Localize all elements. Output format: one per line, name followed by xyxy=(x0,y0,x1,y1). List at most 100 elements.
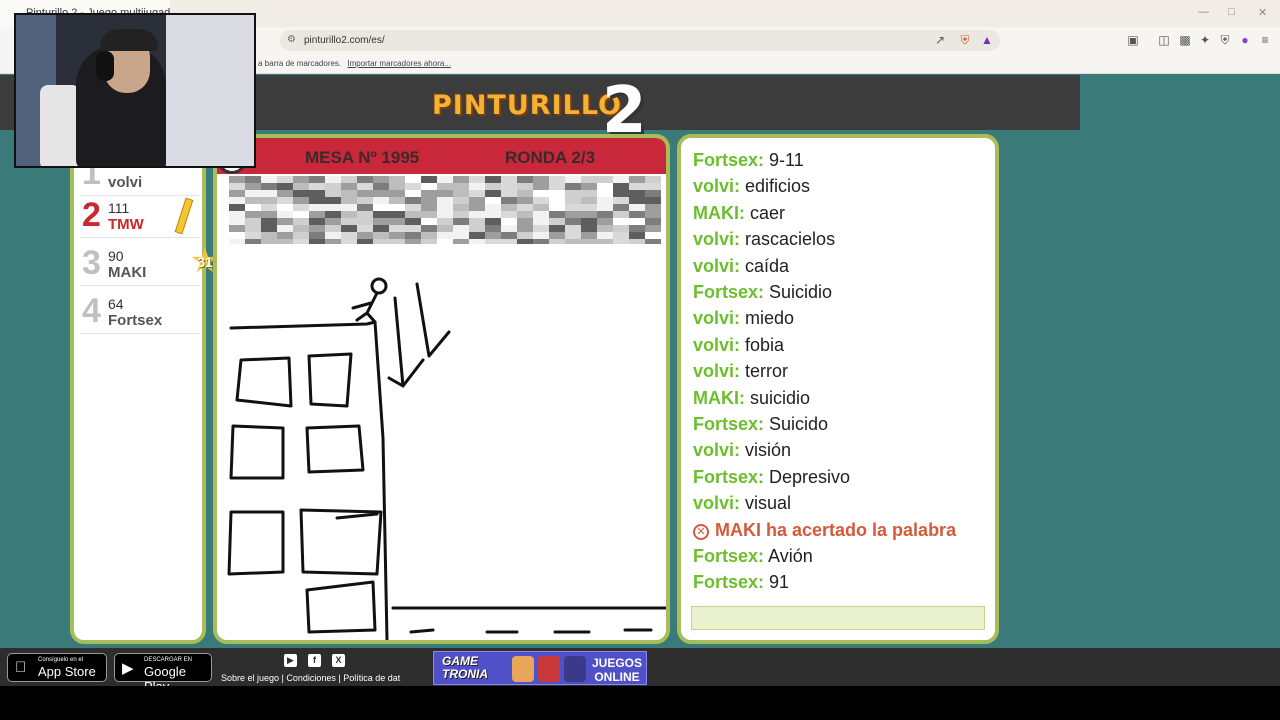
chat-text: Depresivo xyxy=(769,466,851,487)
banner-right-line-2: ONLINE xyxy=(594,670,640,684)
chat-text: visual xyxy=(745,493,792,514)
chat-text: terror xyxy=(745,361,789,382)
chat-text: miedo xyxy=(745,308,795,329)
chat-text: visión xyxy=(745,440,792,461)
player-row-drawing: 2 111 TMW xyxy=(80,192,200,238)
chat-system-message: ✕ MAKI ha acertado la palabra xyxy=(693,520,956,541)
footer-links[interactable]: Sobre el juego | Condiciones | Política … xyxy=(221,673,409,683)
sidebar-icon[interactable]: ◫ xyxy=(1157,33,1171,47)
chat-text: Avión xyxy=(768,546,813,566)
chat-username: volvi: xyxy=(693,229,741,250)
chat-message: MAKI: caer xyxy=(693,203,785,224)
bottom-bar xyxy=(0,686,1280,720)
gametronia-banner[interactable]: GAME TRONIA JUEGOS ONLINE xyxy=(433,651,647,685)
chat-panel: Fortsex: 9-11 volvi: edificios MAKI: caer v… xyxy=(677,134,999,644)
youtube-icon[interactable]: ▶ xyxy=(284,654,297,667)
webcam-wall xyxy=(166,15,254,166)
play-icon: ▶ xyxy=(122,660,134,677)
gametronia-logo: GAME TRONIA xyxy=(442,655,488,681)
chat-text: fobia xyxy=(745,334,785,355)
chat-username: volvi: xyxy=(693,308,741,329)
chat-username: Fortsex: xyxy=(693,572,765,593)
tab-search-icon[interactable]: ▣ xyxy=(1126,33,1140,47)
rewards-icon[interactable]: ▲ xyxy=(980,33,994,47)
chat-message: volvi: fobia xyxy=(693,335,784,356)
chat-message: Fortsex: Suicidio xyxy=(693,282,832,303)
chat-message: volvi: caída xyxy=(693,256,789,277)
drawing-canvas[interactable] xyxy=(217,138,666,640)
player-score: 90 xyxy=(108,248,124,264)
bookmarks-hint: a barra de marcadores. xyxy=(258,59,342,68)
chat-message: volvi: terror xyxy=(693,361,788,382)
chat-message: Fortsex: Avión xyxy=(693,546,813,567)
chat-username: MAKI: xyxy=(693,387,745,408)
minimize-icon[interactable]: — xyxy=(1198,6,1209,18)
appstore-small-text: Consíguelo en el xyxy=(38,657,84,663)
chat-text: caer xyxy=(750,202,786,223)
chat-username: volvi: xyxy=(693,361,741,382)
chat-message: Fortsex: 9-11 xyxy=(693,150,804,171)
x-icon[interactable]: X xyxy=(332,654,345,667)
chat-username: volvi: xyxy=(693,440,741,461)
chat-message: volvi: visión xyxy=(693,440,791,461)
chat-message: Fortsex: Suicido xyxy=(693,414,828,435)
vpn-icon[interactable]: ⛨ xyxy=(1218,33,1232,47)
player-score: 111 xyxy=(108,200,130,216)
chat-text: 9-11 xyxy=(769,150,804,170)
google-play-button[interactable]: ▶ DESCARGAR EN Google Play xyxy=(114,653,212,694)
share-icon[interactable]: ↗ xyxy=(933,33,947,47)
player-name: MAKI xyxy=(108,264,147,281)
import-bookmarks-link[interactable]: Importar marcadores ahora... xyxy=(347,59,451,68)
url-input[interactable]: ⚙ pinturillo2.com/es/ xyxy=(280,30,1000,51)
chat-text: Suicidio xyxy=(769,282,833,302)
chat-input[interactable] xyxy=(691,606,985,630)
banner-line-2: TRONIA xyxy=(442,667,488,681)
chat-username: Fortsex: xyxy=(693,150,765,170)
facebook-icon[interactable]: f xyxy=(308,654,321,667)
chat-text: caída xyxy=(745,255,790,276)
drawing-board: MESA Nº 1995 RONDA 2/3 2 xyxy=(213,134,670,644)
player-rank: 2 xyxy=(82,196,101,234)
chat-username: volvi: xyxy=(693,334,741,355)
chat-text: 91 xyxy=(769,572,790,593)
chat-message: volvi: rascacielos xyxy=(693,229,835,250)
webcam-overlay xyxy=(14,13,256,168)
maximize-icon[interactable]: □ xyxy=(1228,6,1235,18)
menu-icon[interactable]: ≡ xyxy=(1258,33,1272,47)
site-info-icon[interactable]: ⚙ xyxy=(287,34,296,45)
banner-right-line-1: JUEGOS xyxy=(592,656,643,670)
chat-message: volvi: miedo xyxy=(693,308,794,329)
player-score: 64 xyxy=(108,296,124,312)
system-text: MAKI ha acertado la palabra xyxy=(715,519,957,540)
player-rank: 4 xyxy=(82,292,101,330)
chat-username: Fortsex: xyxy=(693,466,765,487)
chat-message: MAKI: suicidio xyxy=(693,388,810,409)
profile-icon[interactable]: ● xyxy=(1238,33,1252,47)
webcam-chair xyxy=(40,85,80,166)
chat-message: volvi: visual xyxy=(693,493,791,514)
chat-text: suicidio xyxy=(750,387,811,408)
chat-username: Fortsex: xyxy=(693,282,765,302)
player-row: 4 64 Fortsex xyxy=(80,288,200,334)
player-name: volvi xyxy=(108,174,143,191)
chat-username: volvi: xyxy=(693,176,741,197)
url-text: pinturillo2.com/es/ xyxy=(304,35,385,46)
extensions-icon[interactable]: ✦ xyxy=(1198,33,1212,47)
correct-guess-icon: ✕ xyxy=(693,523,709,540)
player-row: 3 90 MAKI ★ 31 xyxy=(80,240,220,286)
chat-username: Fortsex: xyxy=(693,546,765,566)
player-rank: 3 xyxy=(82,244,101,282)
brave-shield-icon[interactable]: ⛨ xyxy=(958,33,972,47)
appstore-big-text: App Store xyxy=(38,664,96,679)
chat-username: MAKI: xyxy=(693,202,745,223)
banner-right-text: JUEGOS ONLINE xyxy=(592,656,642,684)
wallet-icon[interactable]: ▩ xyxy=(1178,33,1192,47)
chat-message: volvi: edificios xyxy=(693,176,810,197)
player-name: TMW xyxy=(108,216,144,233)
character-icon xyxy=(512,656,534,682)
chat-text: edificios xyxy=(745,176,811,197)
footer:  Consíguelo en el App Store ▶ DESCARGAR… xyxy=(0,648,1280,694)
close-icon[interactable]: ✕ xyxy=(1258,6,1267,19)
chat-message: Fortsex: 91 xyxy=(693,572,789,593)
app-store-button[interactable]:  Consíguelo en el App Store xyxy=(7,653,107,682)
